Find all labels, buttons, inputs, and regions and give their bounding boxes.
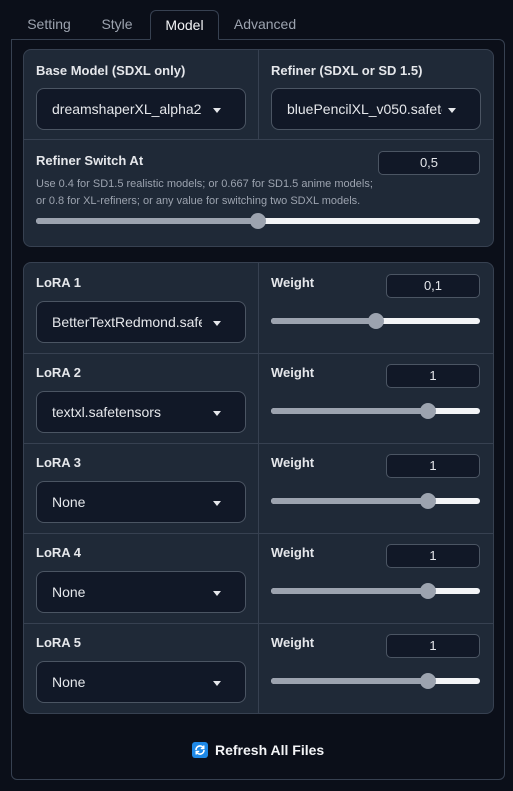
lora-model-dropdown[interactable]: None	[36, 661, 246, 703]
refiner-value: bluePencilXL_v050.safeter	[287, 101, 442, 117]
chevron-down-icon	[213, 501, 221, 506]
slider-thumb[interactable]	[419, 493, 436, 509]
lora-model-value: None	[52, 674, 86, 690]
lora-model-value: textxl.safetensors	[52, 404, 161, 420]
refresh-icon	[192, 742, 208, 758]
lora-weight-input[interactable]: 1	[386, 544, 480, 568]
chevron-down-icon	[213, 681, 221, 686]
slider-thumb[interactable]	[250, 213, 266, 229]
lora-model-dropdown[interactable]: BetterTextRedmond.safete	[36, 301, 246, 343]
lora-model-cell: LoRA 2 textxl.safetensors	[24, 353, 258, 443]
chevron-down-icon	[213, 591, 221, 596]
tab-setting[interactable]: Setting	[14, 10, 84, 40]
slider-thumb[interactable]	[419, 403, 436, 419]
weight-label: Weight	[271, 545, 315, 560]
lora-model-cell: LoRA 1 BetterTextRedmond.safete	[24, 263, 258, 353]
lora-model-value: None	[52, 584, 86, 600]
lora-label: LoRA 5	[36, 635, 82, 650]
weight-label: Weight	[271, 635, 315, 650]
lora-label: LoRA 2	[36, 365, 82, 380]
refresh-all-files-button[interactable]: Refresh All Files	[192, 739, 324, 761]
lora-model-dropdown[interactable]: None	[36, 571, 246, 613]
model-panel: Base Model (SDXL only) dreamshaperXL_alp…	[11, 39, 505, 780]
refiner-cell: Refiner (SDXL or SD 1.5) bluePencilXL_v0…	[259, 50, 493, 139]
weight-label: Weight	[271, 365, 315, 380]
lora-weight-input[interactable]: 0,1	[386, 274, 480, 298]
lora-weight-cell: Weight 1	[259, 353, 493, 443]
refiner-label: Refiner (SDXL or SD 1.5)	[271, 63, 423, 78]
lora-model-dropdown[interactable]: None	[36, 481, 246, 523]
model-selection-block: Base Model (SDXL only) dreamshaperXL_alp…	[23, 49, 494, 247]
lora-model-cell: LoRA 4 None	[24, 533, 258, 623]
base-model-label: Base Model (SDXL only)	[36, 63, 186, 78]
tab-bar: Setting Style Model Advanced	[0, 0, 513, 40]
lora-model-dropdown[interactable]: textxl.safetensors	[36, 391, 246, 433]
refiner-switch-label: Refiner Switch At	[36, 153, 144, 168]
base-model-value: dreamshaperXL_alpha2Xl	[52, 101, 202, 117]
refiner-switch-input[interactable]: 0,5	[378, 151, 480, 175]
lora-model-cell: LoRA 3 None	[24, 443, 258, 533]
lora-block: LoRA 1 BetterTextRedmond.safete Weight 0…	[23, 262, 494, 714]
refiner-dropdown[interactable]: bluePencilXL_v050.safeter	[271, 88, 481, 130]
lora-weight-cell: Weight 1	[259, 533, 493, 623]
tab-style[interactable]: Style	[94, 10, 140, 40]
lora-weight-slider[interactable]	[271, 403, 480, 419]
chevron-down-icon	[213, 108, 221, 113]
lora-weight-input[interactable]: 1	[386, 364, 480, 388]
chevron-down-icon	[213, 411, 221, 416]
refiner-switch-help: Use 0.4 for SD1.5 realistic models; or 0…	[36, 178, 373, 207]
lora-weight-slider[interactable]	[271, 493, 480, 509]
lora-weight-cell: Weight 1	[259, 443, 493, 533]
base-model-cell: Base Model (SDXL only) dreamshaperXL_alp…	[24, 50, 258, 139]
refiner-switch-cell: Refiner Switch At 0,5 Use 0.4 for SD1.5 …	[24, 140, 493, 246]
lora-weight-slider[interactable]	[271, 583, 480, 599]
refresh-all-files-label: Refresh All Files	[215, 742, 325, 758]
lora-label: LoRA 3	[36, 455, 82, 470]
lora-model-cell: LoRA 5 None	[24, 623, 258, 713]
chevron-down-icon	[213, 321, 221, 326]
refiner-switch-slider[interactable]	[36, 213, 480, 229]
base-model-dropdown[interactable]: dreamshaperXL_alpha2Xl	[36, 88, 246, 130]
chevron-down-icon	[448, 108, 456, 113]
tab-advanced[interactable]: Advanced	[228, 10, 302, 40]
lora-label: LoRA 4	[36, 545, 82, 560]
slider-thumb[interactable]	[367, 313, 384, 329]
lora-weight-slider[interactable]	[271, 313, 480, 329]
lora-weight-cell: Weight 0,1	[259, 263, 493, 353]
weight-label: Weight	[271, 455, 315, 470]
lora-weight-input[interactable]: 1	[386, 634, 480, 658]
lora-label: LoRA 1	[36, 275, 82, 290]
slider-thumb[interactable]	[419, 673, 436, 689]
lora-model-value: None	[52, 494, 86, 510]
lora-model-value: BetterTextRedmond.safete	[52, 314, 202, 330]
tab-model[interactable]: Model	[150, 10, 219, 40]
weight-label: Weight	[271, 275, 315, 290]
slider-thumb[interactable]	[419, 583, 436, 599]
lora-weight-input[interactable]: 1	[386, 454, 480, 478]
lora-weight-cell: Weight 1	[259, 623, 493, 713]
lora-weight-slider[interactable]	[271, 673, 480, 689]
